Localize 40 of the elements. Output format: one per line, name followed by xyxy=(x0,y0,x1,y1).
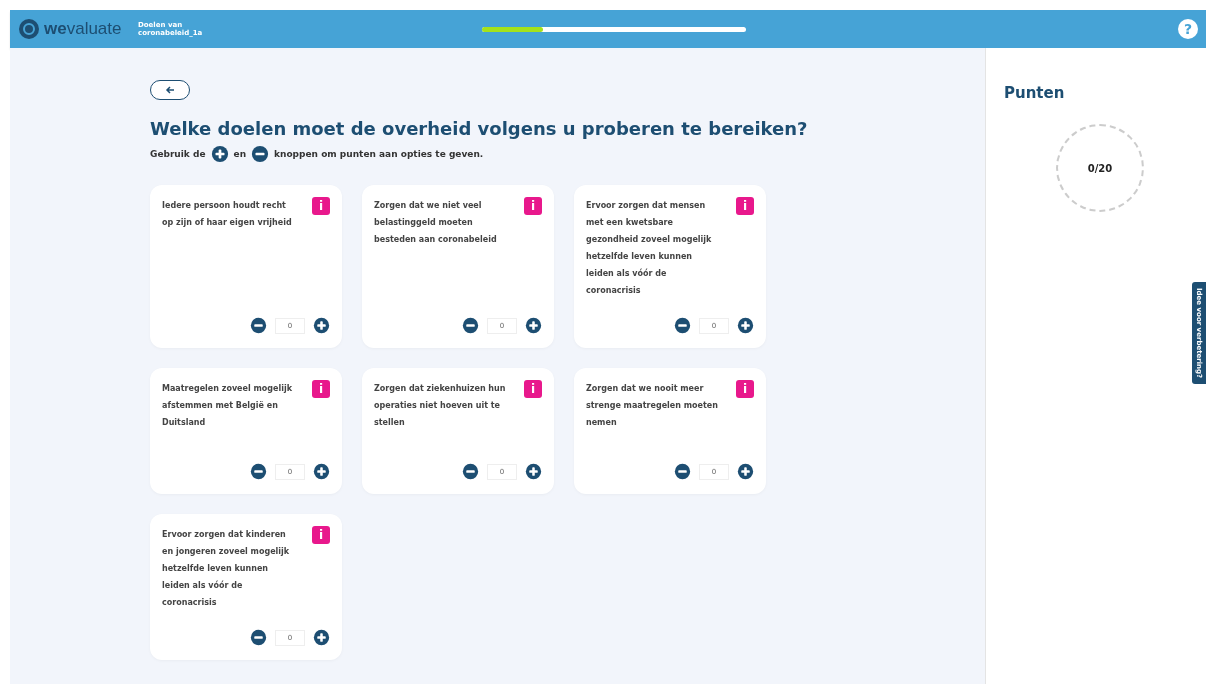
option-text: Iedere persoon houdt recht op zijn of haar eigen vrijheid xyxy=(162,200,293,229)
info-button[interactable]: i xyxy=(524,380,542,398)
option-text: Zorgen dat ziekenhuizen hun operaties niet hoeven uit te stellen xyxy=(374,383,507,429)
info-button[interactable]: i xyxy=(524,197,542,215)
plus-icon[interactable] xyxy=(210,145,229,163)
minus-icon[interactable] xyxy=(674,463,691,480)
logo-text: wevaluate xyxy=(44,19,122,39)
minus-icon[interactable] xyxy=(462,317,479,334)
info-button[interactable]: i xyxy=(736,380,754,398)
option-text: Zorgen dat we nooit meer strenge maatregelen moeten nemen xyxy=(586,383,719,429)
info-button[interactable]: i xyxy=(312,380,330,398)
points-title: Punten xyxy=(1004,84,1066,102)
minus-icon[interactable] xyxy=(250,463,267,480)
info-button[interactable]: i xyxy=(312,526,330,544)
plus-icon[interactable] xyxy=(737,463,754,480)
hint-text: en xyxy=(233,149,247,159)
plus-icon[interactable] xyxy=(313,463,330,480)
minus-icon[interactable] xyxy=(250,629,267,646)
info-button[interactable]: i xyxy=(312,197,330,215)
option-text: Ervoor zorgen dat mensen met een kwetsbare gezondheid zoveel mogelijk hetzelfde leven kunnen leiden als vóór de coronacrisis xyxy=(586,200,713,297)
plus-icon[interactable] xyxy=(737,317,754,334)
info-button[interactable]: i xyxy=(736,197,754,215)
plus-icon[interactable] xyxy=(525,317,542,334)
logo-icon xyxy=(18,18,40,40)
hint-text: Gebruik de xyxy=(150,149,206,159)
back-button[interactable] xyxy=(150,80,190,100)
option-text: Maatregelen zoveel mogelijk afstemmen met België en Duitsland xyxy=(162,383,294,429)
points-counter: 0/20 xyxy=(1056,124,1144,212)
hint-text: knoppen om punten aan opties te geven. xyxy=(274,149,484,159)
minus-icon[interactable] xyxy=(462,463,479,480)
minus-icon[interactable] xyxy=(251,145,270,163)
arrow-left-icon xyxy=(165,85,175,95)
option-text: Zorgen dat we niet veel belastinggeld moeten besteden aan coronabeleid xyxy=(374,200,498,246)
plus-icon[interactable] xyxy=(313,629,330,646)
minus-icon[interactable] xyxy=(250,317,267,334)
option-text: Ervoor zorgen dat kinderen en jongeren zoveel mogelijk hetzelfde leven kunnen leiden als vóór de coronacrisis xyxy=(162,529,291,609)
plus-icon[interactable] xyxy=(525,463,542,480)
question-title: Welke doelen moet de overheid volgens u proberen te bereiken? xyxy=(150,118,809,139)
minus-icon[interactable] xyxy=(674,317,691,334)
plus-icon[interactable] xyxy=(313,317,330,334)
